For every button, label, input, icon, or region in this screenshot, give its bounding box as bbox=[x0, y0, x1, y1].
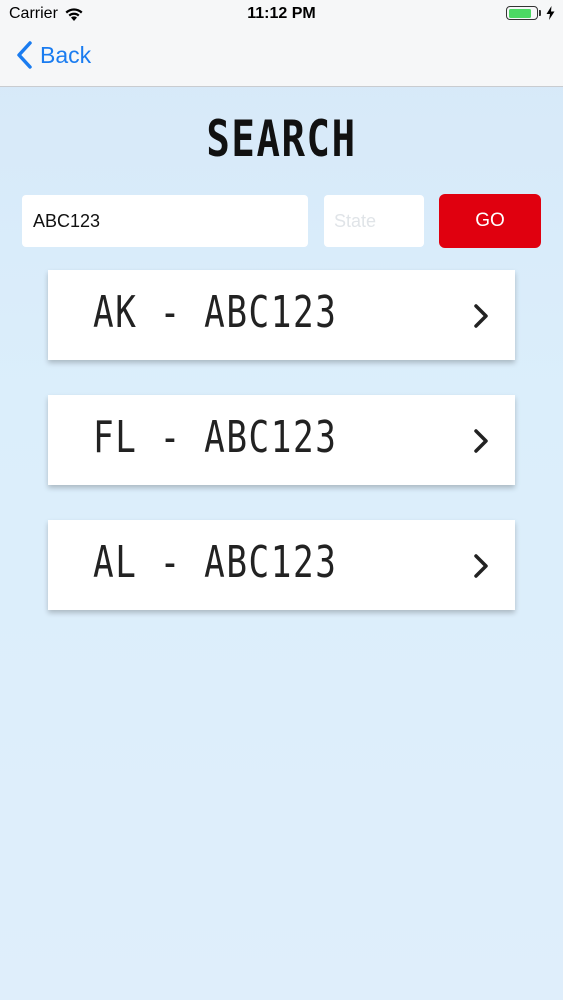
page-title: SEARCH bbox=[206, 110, 357, 168]
back-label: Back bbox=[40, 41, 92, 68]
plate-number-input[interactable] bbox=[22, 195, 308, 247]
battery-icon bbox=[506, 6, 538, 20]
result-label: AL - ABC123 bbox=[93, 537, 338, 588]
result-label: AK - ABC123 bbox=[93, 287, 338, 338]
result-item-fl[interactable]: FL - ABC123 bbox=[48, 395, 515, 485]
back-button[interactable]: Back bbox=[16, 41, 91, 69]
status-right bbox=[506, 6, 555, 20]
result-item-al[interactable]: AL - ABC123 bbox=[48, 520, 515, 610]
battery-tip bbox=[539, 10, 541, 16]
status-time: 11:12 PM bbox=[247, 5, 316, 22]
charging-bolt-icon bbox=[546, 6, 555, 20]
go-button[interactable]: GO bbox=[439, 194, 541, 248]
chevron-right-icon bbox=[474, 304, 488, 328]
result-label: FL - ABC123 bbox=[93, 412, 338, 463]
status-bar: Carrier 11:12 PM bbox=[0, 0, 563, 30]
chevron-left-icon bbox=[17, 41, 32, 69]
chevron-right-icon bbox=[474, 429, 488, 453]
battery-fill bbox=[508, 8, 531, 18]
result-item-ak[interactable]: AK - ABC123 bbox=[48, 270, 515, 360]
navigation-bar: Back bbox=[0, 30, 563, 87]
chevron-right-icon bbox=[474, 554, 488, 578]
state-input[interactable] bbox=[324, 195, 424, 247]
